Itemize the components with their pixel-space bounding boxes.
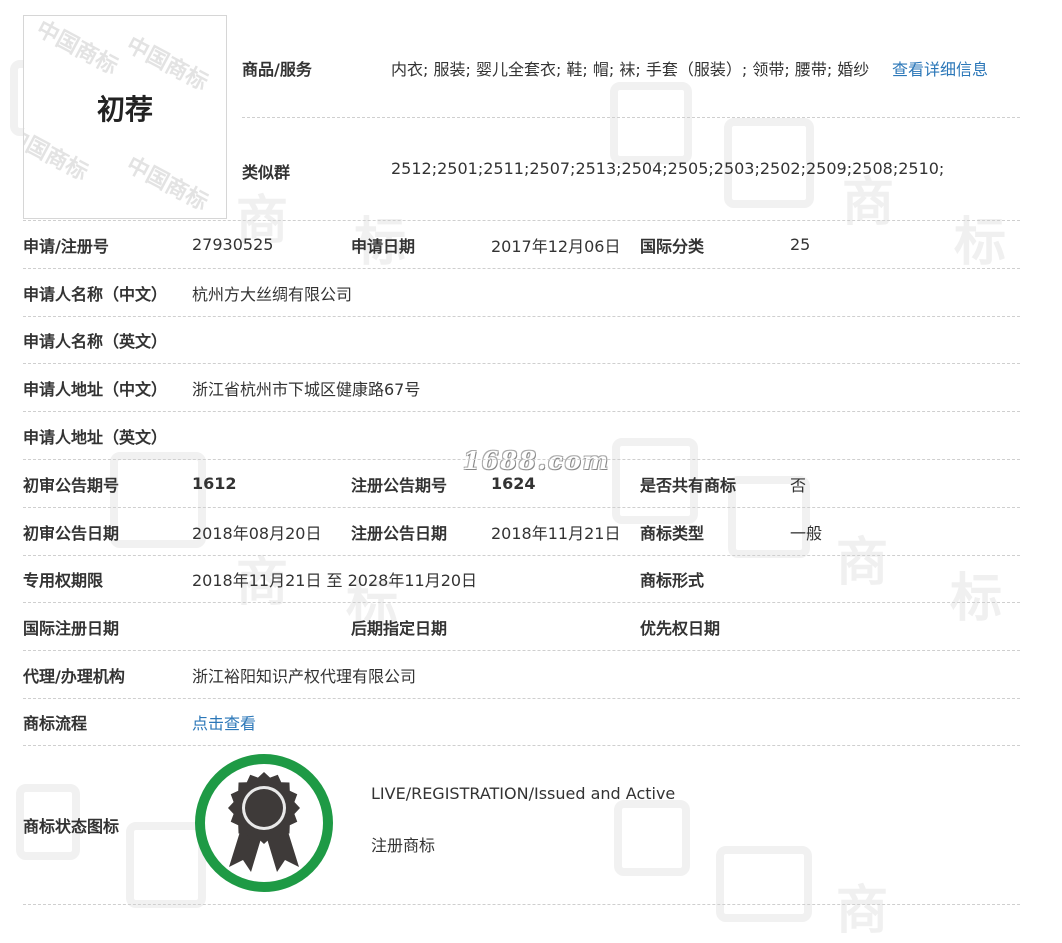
address-cn-label: 申请人地址（中文） [23, 379, 168, 399]
process-label: 商标流程 [23, 714, 88, 733]
exclusive-period-value: 2018年11月21日 至 2028年11月20日 [192, 571, 478, 590]
applicant-cn-value: 杭州方大丝绸有限公司 [192, 284, 353, 304]
intl-class-label: 国际分类 [640, 236, 705, 256]
row-intl-dates: 国际注册日期 后期指定日期 优先权日期 [23, 603, 1020, 651]
status-label: 商标状态图标 [23, 817, 120, 836]
applicant-cn-label: 申请人名称（中文） [23, 284, 168, 304]
app-date-value: 2017年12月06日 [491, 236, 621, 256]
prelim-date-value: 2018年08月20日 [192, 523, 322, 543]
later-designation-label: 后期指定日期 [351, 618, 448, 638]
reg-date-value: 2018年11月21日 [491, 523, 621, 543]
row-address-en: 申请人地址（英文） [23, 412, 1020, 460]
agent-value: 浙江裕阳知识产权代理有限公司 [192, 666, 417, 686]
row-registration: 申请/注册号 27930525 申请日期 2017年12月06日 国际分类 25 [23, 221, 1020, 269]
goods-label: 商品/服务 [242, 60, 312, 79]
row-exclusive-period: 专用权期限 2018年11月21日 至 2028年11月20日 商标形式 [23, 556, 1020, 603]
shared-label: 是否共有商标 [640, 475, 737, 495]
exclusive-period-label: 专用权期限 [23, 571, 104, 590]
prelim-date-label: 初审公告日期 [23, 523, 120, 543]
mark-type-value: 一般 [790, 523, 823, 543]
priority-date-label: 优先权日期 [640, 618, 721, 638]
address-cn-value: 浙江省杭州市下城区健康路67号 [192, 379, 421, 399]
similar-group-value: 2512;2501;2511;2507;2513;2504;2505;2503;… [391, 159, 945, 178]
row-agent: 代理/办理机构 浙江裕阳知识产权代理有限公司 [23, 651, 1020, 699]
divider [242, 117, 1020, 118]
prelim-issue-value: 1612 [192, 474, 237, 493]
applicant-en-label: 申请人名称（英文） [23, 332, 168, 351]
reg-issue-value: 1624 [491, 474, 536, 493]
prelim-issue-label: 初审公告期号 [23, 475, 120, 495]
goods-value: 内衣; 服装; 婴儿全套衣; 鞋; 帽; 袜; 手套（服装）; 领带; 腰带; … [391, 60, 870, 79]
address-en-label: 申请人地址（英文） [23, 427, 168, 447]
logo-watermark: 中国商标 [122, 152, 212, 216]
row-issue-numbers: 初审公告期号 1612 注册公告期号 1624 是否共有商标 否 [23, 460, 1020, 508]
intl-reg-date-label: 国际注册日期 [23, 618, 120, 638]
row-status: 商标状态图标 [23, 746, 1020, 905]
row-process: 商标流程 点击查看 [23, 699, 1020, 746]
reg-no-label: 申请/注册号 [23, 236, 109, 256]
reg-issue-label: 注册公告期号 [351, 475, 448, 495]
reg-date-label: 注册公告日期 [351, 523, 448, 543]
app-date-label: 申请日期 [351, 236, 416, 256]
watermark-box [610, 82, 692, 164]
row-applicant-en: 申请人名称（英文） [23, 317, 1020, 364]
award-ribbon-icon [193, 752, 335, 894]
trademark-logo: 中国商标 中国商标 中国商标 中国商标 初荐 [23, 15, 227, 219]
process-view-link[interactable]: 点击查看 [192, 699, 256, 745]
status-english: LIVE/REGISTRATION/Issued and Active [371, 784, 676, 803]
reg-no-value: 27930525 [192, 235, 274, 254]
row-applicant-cn: 申请人名称（中文） 杭州方大丝绸有限公司 [23, 269, 1020, 317]
shared-value: 否 [790, 475, 807, 495]
logo-watermark: 中国商标 [122, 32, 212, 96]
mark-type-label: 商标类型 [640, 523, 705, 543]
intl-class-value: 25 [790, 235, 811, 254]
agent-label: 代理/办理机构 [23, 666, 125, 686]
similar-group-label: 类似群 [242, 163, 291, 182]
logo-text: 初荐 [96, 93, 153, 126]
logo-watermark: 中国商标 [32, 16, 122, 80]
row-issue-dates: 初审公告日期 2018年08月20日 注册公告日期 2018年11月21日 商标… [23, 508, 1020, 556]
status-chinese: 注册商标 [371, 836, 436, 855]
row-address-cn: 申请人地址（中文） 浙江省杭州市下城区健康路67号 [23, 364, 1020, 412]
goods-detail-link[interactable]: 查看详细信息 [892, 56, 988, 80]
mark-form-label: 商标形式 [640, 571, 705, 590]
